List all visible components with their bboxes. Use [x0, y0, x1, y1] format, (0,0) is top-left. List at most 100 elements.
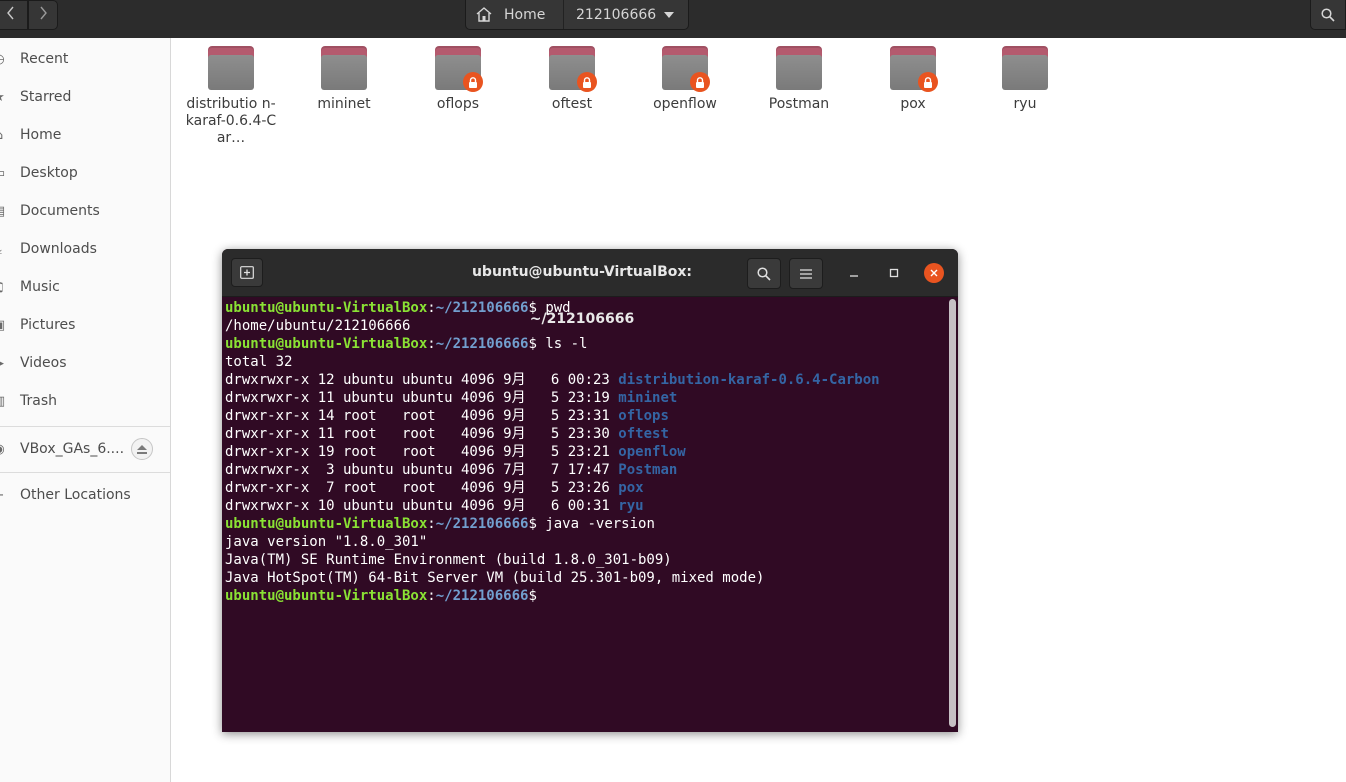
- maximize-icon: [889, 268, 899, 278]
- ls-entry-meta: drwxr-xr-x 19 root root 4096 9月 5 23:21: [225, 444, 619, 460]
- terminal-line: ubuntu@ubuntu-VirtualBox:~/212106666$: [225, 587, 945, 605]
- terminal-line: drwxrwxr-x 3 ubuntu ubuntu 4096 7月 7 17:…: [225, 461, 945, 479]
- folder-icon: [321, 46, 367, 90]
- picture-icon: ▣: [0, 318, 6, 333]
- new-tab-button[interactable]: [231, 258, 263, 287]
- prompt-user: ubuntu@ubuntu-VirtualBox: [225, 588, 428, 604]
- close-button[interactable]: [924, 263, 944, 283]
- prompt-separator: $: [528, 300, 537, 316]
- terminal-titlebar[interactable]: ubuntu@ubuntu-VirtualBox: ~/212106666: [222, 249, 958, 327]
- prompt-path: ~/212106666: [435, 516, 529, 532]
- sidebar-item-music[interactable]: ♫ Music: [0, 270, 170, 304]
- search-icon: [757, 266, 771, 281]
- prompt-separator: $: [528, 516, 537, 532]
- sidebar-item-device[interactable]: ◉ VBox_GAs_6....: [0, 432, 170, 466]
- command-text: ls -l: [536, 336, 588, 352]
- terminal-menu-button[interactable]: [789, 258, 823, 289]
- terminal-search-button[interactable]: [747, 258, 781, 289]
- sidebar-item-label: Starred: [20, 89, 72, 105]
- prompt-separator: :: [427, 588, 436, 604]
- path-folder-button[interactable]: 212106666: [564, 0, 688, 29]
- sidebar-item-desktop[interactable]: ▭ Desktop: [0, 156, 170, 190]
- terminal-line: drwxrwxr-x 12 ubuntu ubuntu 4096 9月 6 00…: [225, 371, 945, 389]
- eject-button[interactable]: [131, 438, 153, 460]
- folder-name: openflow: [653, 96, 717, 112]
- sidebar-item-home[interactable]: ⌂ Home: [0, 118, 170, 152]
- folder-icon: [1002, 46, 1048, 90]
- folder-item[interactable]: Postman: [742, 46, 856, 113]
- folder-item[interactable]: oflops: [401, 46, 515, 113]
- folder-item[interactable]: mininet: [287, 46, 401, 113]
- ls-entry-meta: drwxr-xr-x 11 root root 4096 9月 5 23:30: [225, 426, 619, 442]
- terminal-output[interactable]: ubuntu@ubuntu-VirtualBox:~/212106666$ pw…: [225, 299, 945, 729]
- terminal-line: drwxr-xr-x 11 root root 4096 9月 5 23:30 …: [225, 425, 945, 443]
- sidebar-item-starred[interactable]: ★ Starred: [0, 80, 170, 114]
- sidebar-item-documents[interactable]: ▤ Documents: [0, 194, 170, 228]
- plus-icon: +: [0, 488, 6, 503]
- path-home-button[interactable]: Home: [466, 0, 564, 29]
- command-text: java -version: [536, 516, 655, 532]
- ls-entry-meta: drwxr-xr-x 7 root root 4096 9月 5 23:26: [225, 480, 619, 496]
- prompt-path: ~/212106666: [435, 300, 529, 316]
- terminal-line: drwxr-xr-x 19 root root 4096 9月 5 23:21 …: [225, 443, 945, 461]
- sidebar-item-label: VBox_GAs_6....: [20, 441, 125, 457]
- folder-icon: [776, 46, 822, 90]
- sidebar-item-recent[interactable]: ◷ Recent: [0, 42, 170, 76]
- prompt-path: ~/212106666: [435, 336, 529, 352]
- terminal-line: ubuntu@ubuntu-VirtualBox:~/212106666$ ls…: [225, 335, 945, 353]
- back-button[interactable]: [0, 0, 28, 30]
- folder-icon: [890, 46, 938, 92]
- chevron-down-icon: [664, 11, 674, 18]
- sidebar-item-downloads[interactable]: ⤓ Downloads: [0, 232, 170, 266]
- output-text: /home/ubuntu/212106666: [225, 318, 411, 334]
- ls-entry-name: openflow: [618, 444, 686, 460]
- star-icon: ★: [0, 90, 6, 105]
- document-icon: ▤: [0, 204, 6, 219]
- terminal-scrollbar[interactable]: [949, 299, 956, 727]
- folder-item[interactable]: oftest: [515, 46, 629, 113]
- prompt-path: ~/212106666: [435, 588, 529, 604]
- sidebar: ◷ Recent ★ Starred ⌂ Home ▭ Desktop ▤ Do…: [0, 38, 171, 782]
- terminal-line: total 32: [225, 353, 945, 371]
- ls-entry-name: ryu: [618, 498, 644, 514]
- sidebar-item-label: Trash: [20, 393, 57, 409]
- prompt-separator: :: [427, 516, 436, 532]
- ls-entry-name: mininet: [618, 390, 678, 406]
- folder-item[interactable]: distributio n-karaf-0.6.4-Car…: [174, 46, 288, 147]
- maximize-button[interactable]: [885, 264, 903, 282]
- ls-entry-meta: drwxrwxr-x 12 ubuntu ubuntu 4096 9月 6 00…: [225, 372, 619, 388]
- ls-entry-name: oftest: [618, 426, 669, 442]
- terminal-line: /home/ubuntu/212106666: [225, 317, 945, 335]
- ls-entry-name: oflops: [618, 408, 669, 424]
- folder-icon: [435, 46, 483, 92]
- sidebar-item-label: Downloads: [20, 241, 97, 257]
- prompt-separator: $: [528, 336, 537, 352]
- home-icon: ⌂: [0, 128, 6, 143]
- folder-icon: [662, 46, 710, 92]
- sidebar-item-trash[interactable]: ▥ Trash: [0, 384, 170, 418]
- terminal-line: ubuntu@ubuntu-VirtualBox:~/212106666$ pw…: [225, 299, 945, 317]
- sidebar-item-pictures[interactable]: ▣ Pictures: [0, 308, 170, 342]
- sidebar-item-videos[interactable]: ▶ Videos: [0, 346, 170, 380]
- search-button[interactable]: [1310, 0, 1346, 30]
- terminal-line: java version "1.8.0_301": [225, 533, 945, 551]
- sidebar-item-label: Home: [20, 127, 62, 143]
- prompt-separator: $: [528, 588, 537, 604]
- disc-icon: ◉: [0, 442, 6, 457]
- download-icon: ⤓: [0, 242, 6, 257]
- chevron-right-icon: [40, 6, 47, 20]
- forward-button[interactable]: [28, 0, 58, 30]
- ls-entry-name: pox: [618, 480, 644, 496]
- sidebar-item-label: Music: [20, 279, 60, 295]
- folder-item[interactable]: pox: [856, 46, 970, 113]
- minimize-button[interactable]: [845, 264, 863, 282]
- folder-item[interactable]: openflow: [628, 46, 742, 113]
- sidebar-item-label: Desktop: [20, 165, 78, 181]
- terminal-line: ubuntu@ubuntu-VirtualBox:~/212106666$ ja…: [225, 515, 945, 533]
- sidebar-item-other-locations[interactable]: + Other Locations: [0, 478, 170, 512]
- terminal-window[interactable]: ubuntu@ubuntu-VirtualBox: ~/212106666 ub…: [222, 249, 958, 732]
- folder-item[interactable]: ryu: [968, 46, 1082, 113]
- desktop-icon: ▭: [0, 166, 6, 181]
- path-home-label: Home: [504, 6, 546, 23]
- folder-name: distributio n-karaf-0.6.4-Car…: [185, 96, 277, 146]
